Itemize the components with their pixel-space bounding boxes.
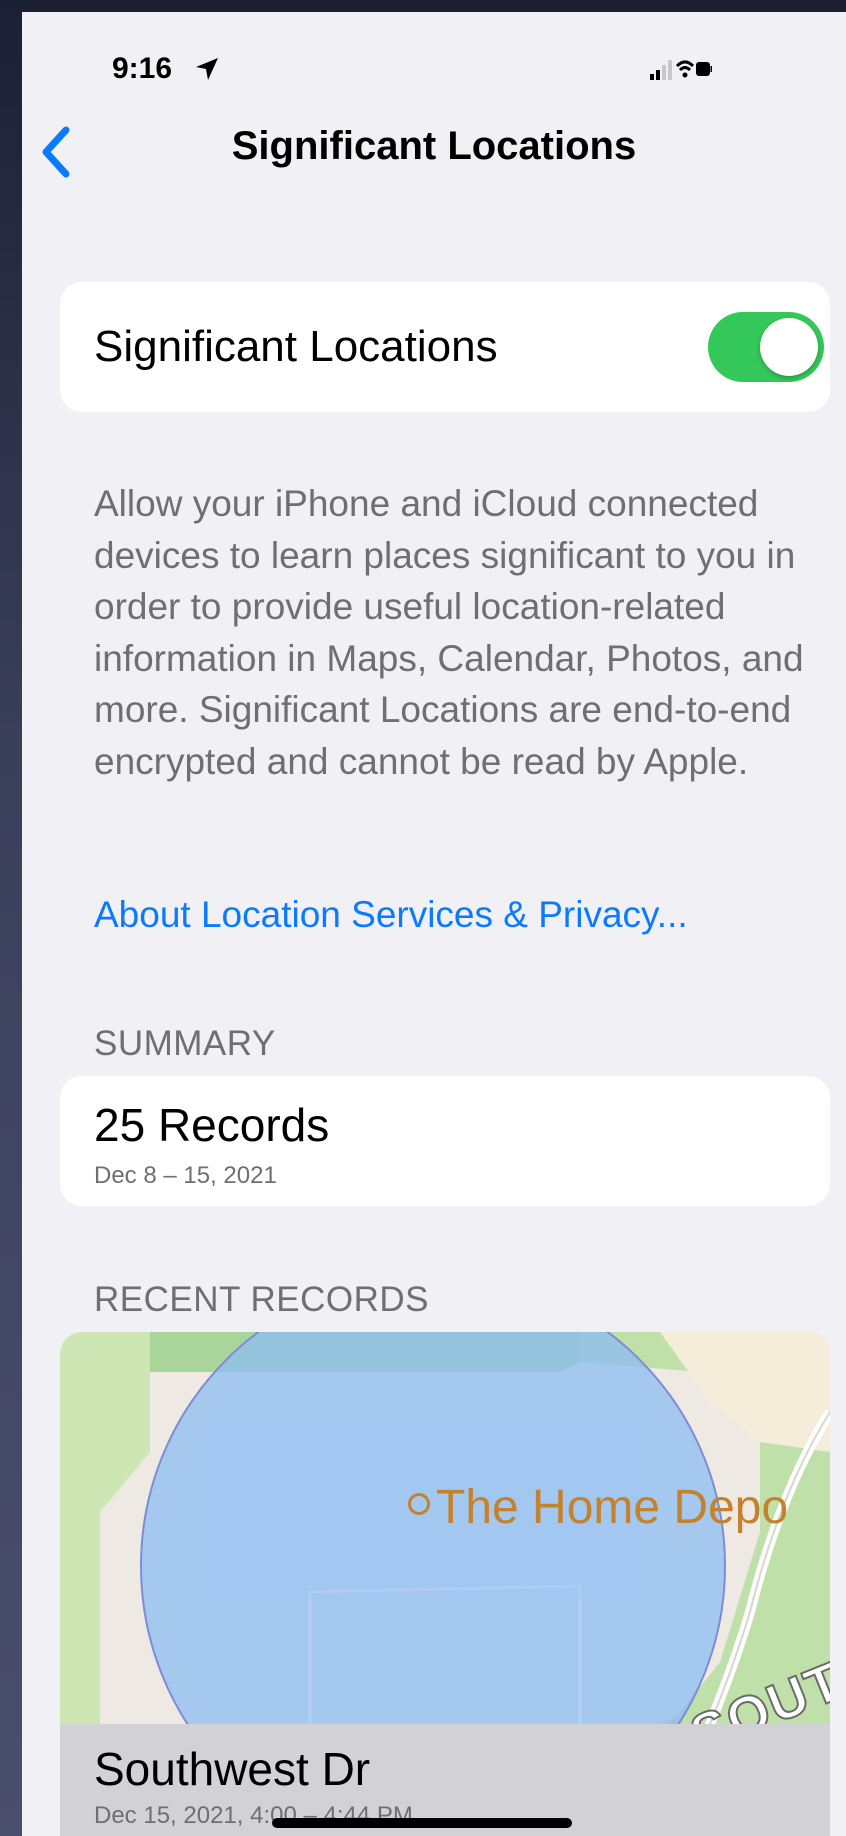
home-indicator[interactable]	[272, 1818, 572, 1828]
about-privacy-link[interactable]: About Location Services & Privacy...	[94, 894, 688, 936]
summary-count: 25 Records	[94, 1099, 330, 1151]
page-title: Significant Locations	[231, 124, 637, 168]
poi-marker-icon	[408, 1493, 430, 1516]
recent-records-header: RECENT RECORDS	[94, 1280, 430, 1319]
wifi-icon	[675, 60, 695, 78]
location-arrow-icon	[196, 58, 218, 80]
battery-icon	[696, 62, 712, 76]
recent-record-card[interactable]: The Home Depo SOUT Southwest Dr Dec 15, …	[60, 1332, 830, 1836]
summary-row[interactable]: 25 Records Dec 8 – 15, 2021	[60, 1076, 830, 1206]
record-title: Southwest Dr	[94, 1743, 371, 1795]
summary-date-range: Dec 8 – 15, 2021	[94, 1162, 277, 1189]
toggle-knob	[760, 318, 818, 376]
map-poi: The Home Depo	[408, 1480, 788, 1535]
device-frame-top	[0, 0, 846, 12]
poi-label: The Home Depo	[436, 1481, 789, 1534]
significant-locations-toggle[interactable]	[708, 312, 824, 382]
device-frame-left	[0, 0, 22, 1836]
toggle-label: Significant Locations	[94, 322, 498, 371]
phone-screen: 9:16 Significant Locations Significant L…	[22, 12, 846, 1836]
status-time: 9:16	[112, 52, 173, 85]
significant-locations-row: Significant Locations	[60, 282, 830, 412]
status-icons	[650, 60, 712, 80]
signal-icon	[650, 60, 672, 80]
description-text: Allow your iPhone and iCloud connected d…	[94, 483, 804, 782]
summary-header: SUMMARY	[94, 1024, 276, 1063]
